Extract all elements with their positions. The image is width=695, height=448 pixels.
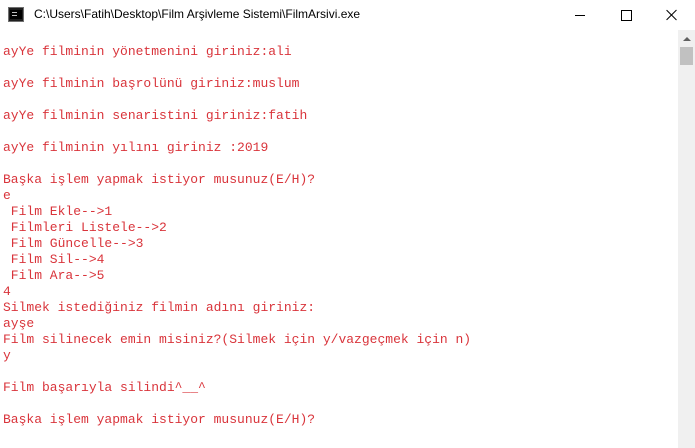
console-line: Başka işlem yapmak istiyor musunuz(E/H)? — [3, 412, 316, 427]
close-icon — [666, 9, 678, 21]
console-line: Film Ara-->5 — [3, 268, 105, 283]
console-line: ayYe filminin senaristini giriniz:fatih — [3, 108, 308, 123]
console-line: ayYe filminin yönetmenini giriniz:ali — [3, 44, 292, 59]
minimize-button[interactable] — [557, 0, 603, 30]
console-line: Film Ekle-->1 — [3, 204, 113, 219]
vertical-scrollbar[interactable] — [678, 30, 695, 448]
minimize-icon — [575, 14, 585, 16]
scroll-up-button[interactable] — [678, 30, 695, 47]
console-line: Film silinecek emin misiniz?(Silmek için… — [3, 332, 472, 347]
window-title: C:\Users\Fatih\Desktop\Film Arşivleme Si… — [34, 7, 361, 21]
chevron-up-icon — [682, 36, 691, 41]
title-bar[interactable]: C:\Users\Fatih\Desktop\Film Arşivleme Si… — [0, 0, 695, 31]
console-line: Film Sil-->4 — [3, 252, 105, 267]
console-text: ayYe filminin yönetmenini giriniz:ali ayY… — [3, 44, 471, 428]
console-line: Silmek istediğiniz filmin adını giriniz: — [3, 300, 316, 315]
maximize-button[interactable] — [603, 0, 649, 30]
maximize-icon — [620, 9, 632, 21]
console-line: ayYe filminin başrolünü giriniz:muslum — [3, 76, 300, 91]
console-line: ayşe — [3, 316, 35, 331]
console-line: Film başarıyla silindi^__^ — [3, 380, 206, 395]
console-line: Film Güncelle-->3 — [3, 236, 144, 251]
console-window: C:\Users\Fatih\Desktop\Film Arşivleme Si… — [0, 0, 695, 448]
console-output-area[interactable]: ayYe filminin yönetmenini giriniz:ali ayY… — [0, 30, 678, 448]
console-line: e — [3, 188, 11, 203]
console-line: ayYe filminin yılını giriniz :2019 — [3, 140, 269, 155]
console-line: Başka işlem yapmak istiyor musunuz(E/H)? — [3, 172, 316, 187]
console-line: 4 — [3, 284, 11, 299]
console-line: Filmleri Listele-->2 — [3, 220, 167, 235]
close-button[interactable] — [649, 0, 695, 30]
console-app-icon[interactable] — [8, 7, 24, 22]
scrollbar-thumb[interactable] — [680, 47, 693, 65]
console-line: y — [3, 348, 11, 363]
